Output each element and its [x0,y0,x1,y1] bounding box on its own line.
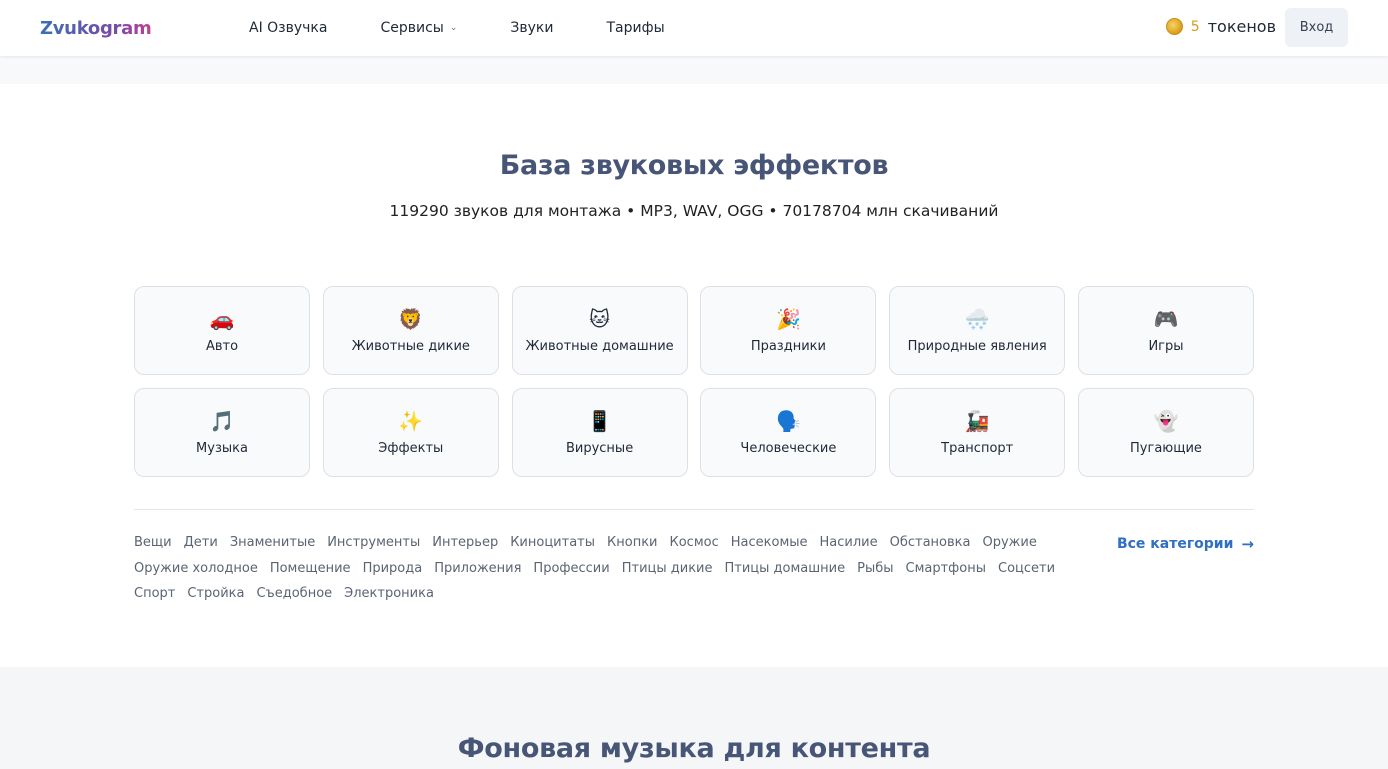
category-label: Человеческие [740,441,837,456]
logo-text: Zvukogram [40,17,152,39]
nav-sounds[interactable]: Звуки [510,20,553,36]
tag-link[interactable]: Обстановка [890,534,971,553]
tokens-balance[interactable]: 5 токенов [1165,17,1276,36]
category-card[interactable]: 👻 Пугающие [1077,388,1254,477]
all-categories-link[interactable]: Все категории → [1117,535,1254,553]
nav-pricing[interactable]: Тарифы [606,20,664,36]
category-emoji-icon: 🚂 [964,409,990,433]
category-label: Эффекты [378,441,444,456]
tokens-count: 5 [1190,18,1200,35]
category-label: Животные домашние [525,339,674,354]
nav-item-label: Звуки [510,20,554,36]
page-title: База звуковых эффектов [499,150,889,181]
page-subtitle: 119290 звуков для монтажа • MP3, WAV, OG… [389,202,999,220]
category-card[interactable]: 🌨️ Природные явления [889,286,1066,375]
nav-services[interactable]: Сервисы ⌄ [380,20,457,36]
category-card[interactable]: 🎮 Игры [1077,286,1254,375]
tag-link[interactable]: Соцсети [998,560,1055,579]
category-label: Музыка [196,441,248,456]
category-emoji-icon: 📱 [587,409,613,433]
sound-effects-section: База звуковых эффектов 119290 звуков для… [0,84,1388,667]
category-emoji-icon: 🎮 [1153,307,1179,331]
tag-list: Вещи Дети Знаменитые Инструменты Интерьер Кин… [134,534,1094,604]
tag-link[interactable]: Насилие [820,534,878,553]
tag-link[interactable]: Птицы домашние [725,560,846,579]
logo[interactable]: Zvukogram [40,16,191,40]
category-emoji-icon: 🐱 [589,307,611,331]
tag-link[interactable]: Стройка [187,585,244,604]
category-card[interactable]: 🦁 Животные дикие [322,286,499,375]
login-button[interactable]: Вход [1285,8,1348,47]
background-music-section: Фоновая музыка для контента [0,667,1388,769]
tag-link[interactable]: Дети [184,534,218,553]
tag-link[interactable]: Птицы дикие [622,560,713,579]
category-emoji-icon: ✨ [398,409,424,433]
soundwave-icon [153,19,191,37]
tag-link[interactable]: Смартфоны [906,560,987,579]
tag-link[interactable]: Космос [670,534,719,553]
tag-link[interactable]: Киноцитаты [510,534,595,553]
tag-link[interactable]: Природа [363,560,423,579]
header-spacer [0,56,1388,84]
tag-link[interactable]: Инструменты [327,534,420,553]
tag-link[interactable]: Оружие холодное [134,560,258,579]
category-card[interactable]: ✨ Эффекты [322,388,499,477]
tag-link[interactable]: Интерьер [432,534,498,553]
category-emoji-icon: 🦁 [398,307,424,331]
category-label: Природные явления [907,339,1047,354]
main-nav: AI Озвучка Сервисы ⌄ Звуки Тарифы [249,0,718,56]
category-emoji-icon: 🌨️ [964,307,990,331]
category-card[interactable]: 🎵 Музыка [134,388,310,477]
tag-link[interactable]: Оружие [982,534,1036,553]
arrow-right-icon: → [1241,535,1254,553]
category-card[interactable]: 📱 Вирусные [511,388,688,477]
tag-link[interactable]: Рыбы [857,560,893,579]
category-card[interactable]: 🎉 Праздники [700,286,877,375]
chevron-down-icon: ⌄ [449,23,458,33]
category-emoji-icon: 🚗 [209,307,235,331]
tokens-label: токенов [1207,17,1276,36]
tag-link[interactable]: Вещи [134,534,172,553]
category-label: Животные дикие [351,339,470,354]
divider [134,509,1254,510]
category-label: Игры [1148,339,1184,354]
category-emoji-icon: 🎉 [775,307,801,331]
tag-link[interactable]: Профессии [533,560,609,579]
nav-item-label: AI Озвучка [249,20,328,36]
tag-link[interactable]: Спорт [134,585,175,604]
tag-link[interactable]: Кнопки [607,534,657,553]
tag-link[interactable]: Насекомые [731,534,808,553]
category-card[interactable]: 🐱 Животные домашние [511,286,688,375]
category-card[interactable]: 🗣️ Человеческие [700,388,877,477]
site-header: Zvukogram AI Озвучка Сервисы ⌄ Звуки Тар… [0,0,1388,56]
nav-ai-voice[interactable]: AI Озвучка [249,20,327,36]
coin-icon [1165,18,1183,35]
tag-link[interactable]: Съедобное [256,585,332,604]
category-label: Пугающие [1130,441,1202,456]
all-categories-label: Все категории [1116,536,1234,552]
tag-link[interactable]: Приложения [434,560,521,579]
category-grid: 🚗 Авто 🦁 Животные дикие 🐱 Животные домашние 🎉 П… [134,286,1254,477]
tag-link[interactable]: Знаменитые [230,534,315,553]
category-emoji-icon: 🎵 [209,409,235,433]
section-title: Фоновая музыка для контента [457,733,931,764]
category-emoji-icon: 🗣️ [775,409,801,433]
category-card[interactable]: 🚂 Транспорт [889,388,1066,477]
tag-link[interactable]: Электроника [344,585,434,604]
nav-item-label: Тарифы [606,20,665,36]
category-label: Авто [205,339,239,354]
nav-item-label: Сервисы [380,20,444,36]
category-emoji-icon: 👻 [1153,409,1179,433]
category-label: Транспорт [941,441,1014,456]
tag-link[interactable]: Помещение [270,560,351,579]
category-label: Вирусные [565,441,634,456]
category-label: Праздники [750,339,826,354]
category-card[interactable]: 🚗 Авто [134,286,310,375]
